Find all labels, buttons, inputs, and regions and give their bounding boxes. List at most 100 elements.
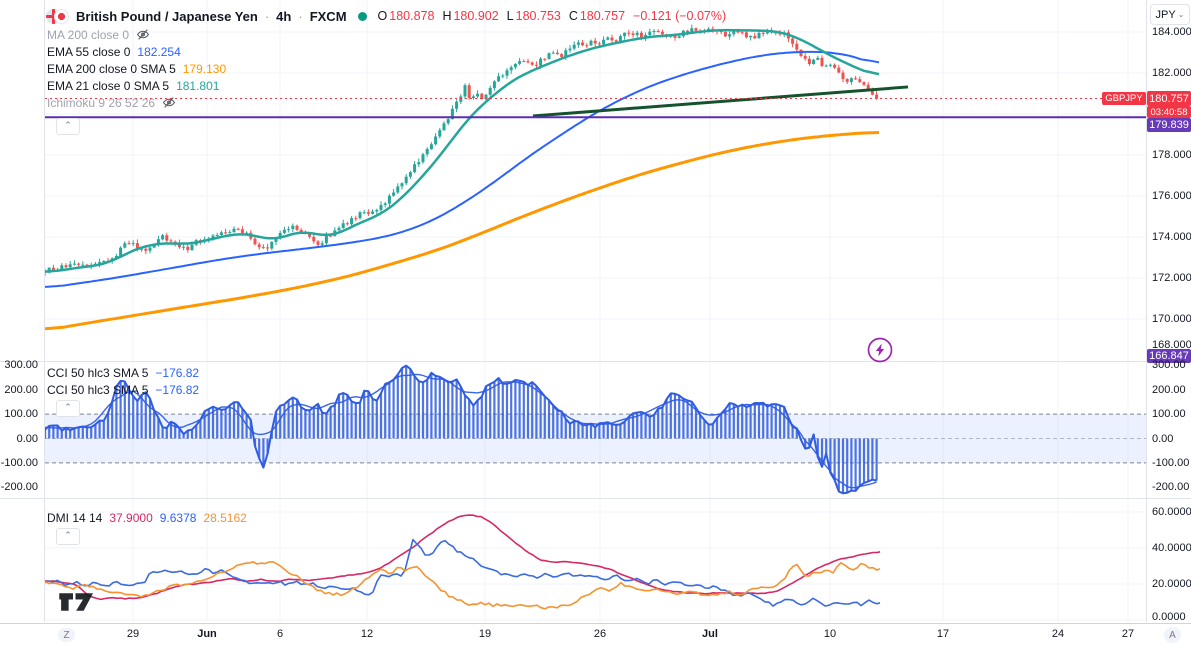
cci-tick-label: 200.00 <box>4 383 38 396</box>
indicator-value: 182.254 <box>137 44 181 59</box>
legend-row-ema21[interactable]: EMA 21 close 0 SMA 5 181.801 <box>47 77 226 94</box>
exchange-label: FXCM <box>309 8 347 24</box>
indicator-label: Ichimoku 9 26 52 26 <box>47 95 156 110</box>
separator-dot: · <box>264 8 270 24</box>
interval-label[interactable]: 4h <box>276 9 291 24</box>
indicator-value: 181.801 <box>176 78 220 93</box>
price-tick-label: 168.000 <box>1152 339 1191 351</box>
cci-tick-label: 300.00 <box>1152 359 1186 372</box>
price-tick-label: 170.000 <box>1152 313 1191 325</box>
separator-dot: · <box>298 8 303 24</box>
legend-row-cci-1[interactable]: CCI 50 hlc3 SMA 5 −176.82 <box>47 364 199 381</box>
dmi-plus-di-value: 9.6378 <box>159 510 197 525</box>
time-tick-label: 6 <box>276 628 284 640</box>
right-price-scale[interactable]: JPY ⌄ 180.757 03:40:58 179.839 166.847 1… <box>1147 0 1191 623</box>
high-value: 180.902 <box>453 9 499 23</box>
time-tick-label: 24 <box>1051 628 1065 640</box>
time-tick-label: Jun <box>197 628 217 640</box>
left-price-scale[interactable]: 300.00 200.00 100.00 0.00 -100.00 -200.00 <box>0 0 44 623</box>
dmi-tick-label: 20.0000 <box>1152 578 1191 590</box>
currency-label: JPY <box>1155 8 1176 21</box>
flash-icon-button[interactable] <box>866 336 894 364</box>
legend-row-ichimoku[interactable]: Ichimoku 9 26 52 26 <box>47 94 226 111</box>
time-tick-label: 19 <box>478 628 492 640</box>
close-label: C <box>568 9 578 23</box>
main-pane-legend: MA 200 close 0 EMA 55 close 0 182.254 EM… <box>47 26 226 111</box>
cci-pane-legend: CCI 50 hlc3 SMA 5 −176.82 CCI 50 hlc3 SM… <box>47 364 199 398</box>
dmi-pane <box>45 514 881 610</box>
dmi-tick-label: 40.0000 <box>1152 542 1191 554</box>
indicator-label: CCI 50 hlc3 SMA 5 <box>47 365 149 380</box>
time-tick-label: 17 <box>936 628 950 640</box>
eye-off-icon[interactable] <box>136 28 151 41</box>
cci-tick-label: -200.00 <box>1152 481 1190 494</box>
cci-tick-label: 300.00 <box>4 359 38 372</box>
open-label: O <box>377 9 388 23</box>
eye-off-icon[interactable] <box>162 96 177 109</box>
time-tick-label: 29 <box>126 628 140 640</box>
change-value: −0.121 (−0.07%) <box>633 9 727 23</box>
market-status-dot[interactable] <box>357 11 367 21</box>
symbol-header: British Pound / Japanese Yen · 4h · FXCM… <box>46 6 726 26</box>
last-price-badge: 180.757 <box>1147 91 1191 106</box>
timezone-button[interactable]: Z <box>58 628 75 642</box>
time-scale[interactable]: Z A 29 Jun 6 12 19 26 Jul 10 17 24 27 <box>0 623 1191 645</box>
currency-unit-button[interactable]: JPY ⌄ <box>1150 4 1190 25</box>
legend-row-ema200[interactable]: EMA 200 close 0 SMA 5 179.130 <box>47 60 226 77</box>
dmi-pane-legend: DMI 14 14 37.9000 9.6378 28.5162 <box>47 509 247 526</box>
legend-row-cci-2[interactable]: CCI 50 hlc3 SMA 5 −176.82 <box>47 381 199 398</box>
ema200-sma5-line <box>45 131 880 331</box>
time-tick-label: 26 <box>593 628 607 640</box>
cci-tick-label: -100.00 <box>0 456 38 469</box>
dmi-adx-value: 37.9000 <box>109 510 153 525</box>
price-tick-label: 182.000 <box>1152 67 1191 79</box>
legend-row-dmi[interactable]: DMI 14 14 37.9000 9.6378 28.5162 <box>47 509 247 526</box>
low-label: L <box>506 9 514 23</box>
indicator-value: −176.82 <box>155 365 200 380</box>
cci-pane-collapse-button[interactable]: ⌃ <box>56 400 80 417</box>
dmi-tick-label: 60.0000 <box>1152 506 1191 518</box>
dmi-minus-di-value: 28.5162 <box>203 510 247 525</box>
price-tick-label: 174.000 <box>1152 231 1191 243</box>
high-label: H <box>442 9 452 23</box>
time-tick-label: 10 <box>823 628 837 640</box>
cci-tick-label: 0.00 <box>16 432 38 445</box>
price-tick-label: 184.000 <box>1152 26 1191 38</box>
low-value: 180.753 <box>515 9 561 23</box>
time-tick-label: 12 <box>360 628 374 640</box>
cci-tick-label: -100.00 <box>1152 456 1190 469</box>
purple-line-price-badge: 179.839 <box>1147 118 1191 132</box>
tradingview-chart-window: British Pound / Japanese Yen · 4h · FXCM… <box>0 0 1191 645</box>
symbol-pair-logo-icon <box>46 8 69 24</box>
symbol-title[interactable]: British Pound / Japanese Yen <box>76 9 258 24</box>
indicator-value: 179.130 <box>182 61 227 76</box>
dmi-tick-label: 0.0000 <box>1152 611 1186 623</box>
indicator-label: EMA 200 close 0 SMA 5 <box>47 61 176 76</box>
dmi-adx-line <box>45 514 881 601</box>
price-tick-label: 172.000 <box>1152 272 1191 284</box>
indicator-label: EMA 55 close 0 <box>47 44 131 59</box>
time-tick-label: 27 <box>1121 628 1135 640</box>
indicator-label: CCI 50 hlc3 SMA 5 <box>47 382 149 397</box>
cci-tick-label: 0.00 <box>1152 432 1174 445</box>
indicator-value: −176.82 <box>155 382 200 397</box>
legend-row-ema55[interactable]: EMA 55 close 0 182.254 <box>47 43 226 60</box>
cci-tick-label: 100.00 <box>4 408 38 421</box>
ohlc-values: O 180.878 H 180.902 L 180.753 C 180.757 −0.1… <box>378 9 727 23</box>
trendline-drawing <box>532 85 909 118</box>
time-tick-label: Jul <box>702 628 718 640</box>
main-pane-collapse-button[interactable]: ⌃ <box>56 118 80 135</box>
price-tick-label: 178.000 <box>1152 149 1191 161</box>
legend-row-ma200[interactable]: MA 200 close 0 <box>47 26 226 43</box>
dmi--di-line <box>45 561 881 610</box>
cci-tick-label: 200.00 <box>1152 383 1186 396</box>
close-value: 180.757 <box>579 9 626 23</box>
cci-tick-label: 100.00 <box>1152 408 1186 421</box>
auto-scale-button[interactable]: A <box>1164 627 1181 643</box>
dmi-pane-collapse-button[interactable]: ⌃ <box>56 528 80 545</box>
chevron-down-icon: ⌄ <box>1177 10 1185 19</box>
open-value: 180.878 <box>389 9 435 23</box>
bar-countdown-badge: 03:40:58 <box>1147 106 1191 118</box>
indicator-label: EMA 21 close 0 SMA 5 <box>47 78 170 93</box>
price-line-symbol-label: GBPJPY <box>1102 92 1146 105</box>
